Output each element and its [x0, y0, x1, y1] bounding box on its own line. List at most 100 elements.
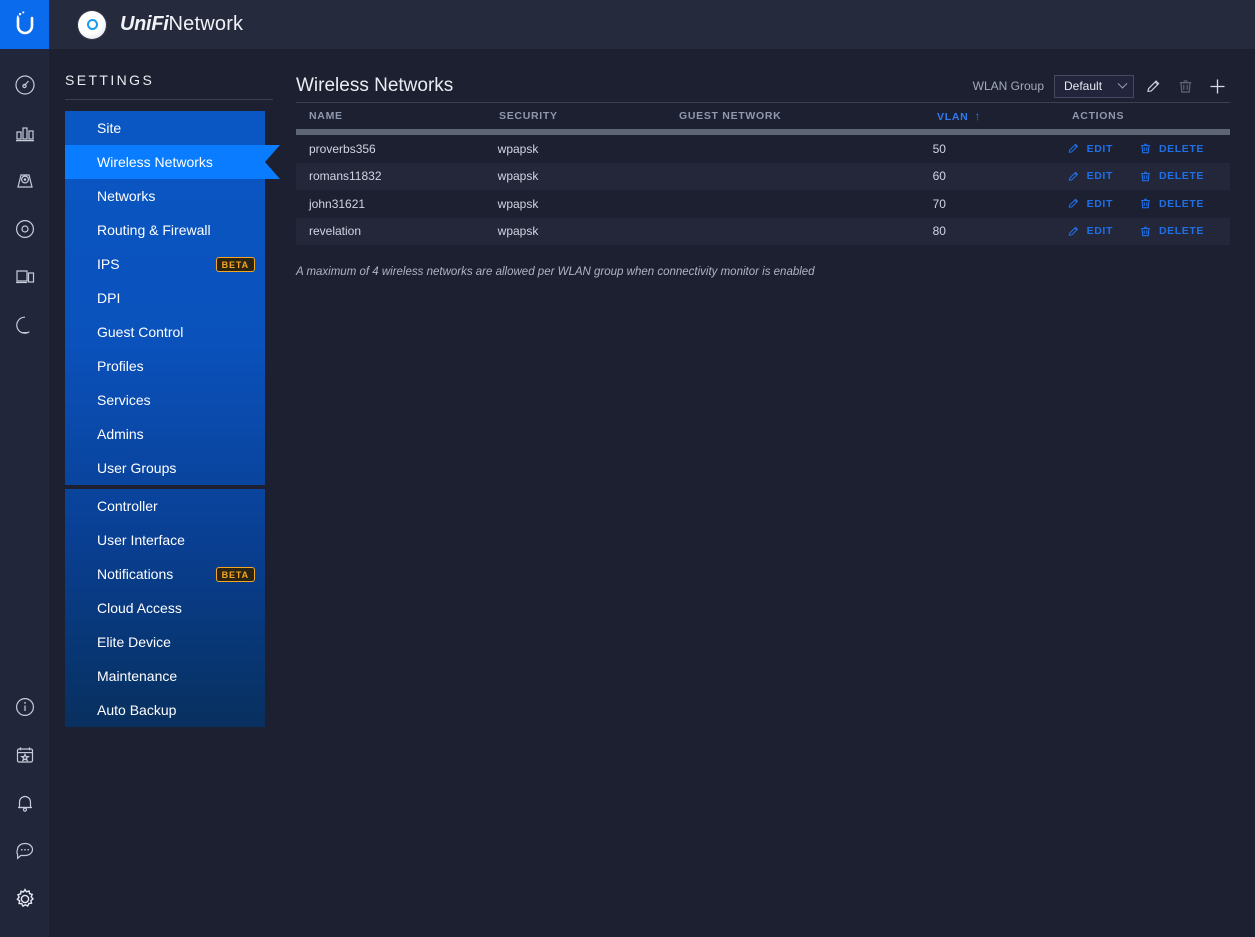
settings-divider [65, 99, 273, 100]
page-title: Wireless Networks [296, 75, 454, 96]
sidebar-item-auto-backup[interactable]: Auto Backup [65, 693, 265, 727]
sidebar-item-label: Networks [97, 188, 156, 204]
cell-actions: EDIT DELETE [1067, 170, 1230, 183]
info-icon[interactable] [0, 683, 49, 731]
wlan-group-label: WLAN Group [972, 79, 1044, 93]
column-header-vlan-label: VLAN [937, 110, 969, 123]
statistics-bar-chart-icon[interactable] [0, 109, 49, 157]
sidebar-item-label: Auto Backup [97, 702, 177, 718]
sidebar-item-label: Profiles [97, 358, 144, 374]
delete-label: DELETE [1158, 142, 1204, 155]
sidebar-item-admins[interactable]: Admins [65, 417, 265, 451]
devices-circle-icon[interactable] [0, 205, 49, 253]
sidebar-item-label: User Groups [97, 460, 177, 476]
sidebar-item-user-groups[interactable]: User Groups [65, 451, 265, 485]
sidebar-item-guest-control[interactable]: Guest Control [65, 315, 265, 349]
sort-ascending-icon: ↑ [974, 108, 982, 123]
sidebar-item-profiles[interactable]: Profiles [65, 349, 265, 383]
sidebar-item-label: DPI [97, 290, 121, 306]
column-header-vlan[interactable]: VLAN ↑ [937, 110, 1072, 123]
delete-network-button[interactable]: DELETE [1139, 225, 1204, 238]
cell-actions: EDIT DELETE [1067, 142, 1230, 155]
events-calendar-icon[interactable] [0, 731, 49, 779]
top-header-bar: UniFiNetwork [49, 0, 1255, 49]
chevron-down-icon [1117, 78, 1128, 89]
sidebar-item-user-interface[interactable]: User Interface [65, 523, 265, 557]
cell-vlan: 80 [932, 224, 946, 239]
edit-network-button[interactable]: EDIT [1067, 225, 1113, 238]
cell-vlan: 50 [932, 141, 946, 156]
ubiquiti-logo[interactable] [0, 0, 49, 49]
table-header-row: NAME SECURITY GUEST NETWORK VLAN ↑ ACTION… [296, 103, 1230, 129]
settings-gear-icon[interactable] [0, 875, 49, 923]
column-header-security[interactable]: SECURITY [499, 110, 679, 122]
add-wlan-group-button[interactable] [1204, 74, 1230, 98]
cell-actions: EDIT DELETE [1067, 197, 1230, 210]
clients-screen-icon[interactable] [0, 253, 49, 301]
sidebar-item-label: Controller [97, 498, 158, 514]
wireless-networks-table: NAME SECURITY GUEST NETWORK VLAN ↑ ACTION… [296, 103, 1230, 245]
column-header-name[interactable]: NAME [309, 110, 499, 122]
sidebar-item-site[interactable]: Site [65, 111, 265, 145]
delete-label: DELETE [1158, 170, 1204, 183]
sidebar-item-elite-device[interactable]: Elite Device [65, 625, 265, 659]
table-row[interactable]: john31621 wpapsk 70 EDIT DELETE [296, 190, 1230, 218]
table-row[interactable]: revelation wpapsk 80 EDIT DELETE [296, 217, 1230, 245]
delete-label: DELETE [1158, 197, 1204, 210]
map-pin-icon[interactable] [0, 157, 49, 205]
sidebar-item-notifications[interactable]: Notifications BETA [65, 557, 265, 591]
settings-menu-group-primary: Site Wireless Networks Networks Routing … [65, 111, 280, 485]
table-row[interactable]: romans11832 wpapsk 60 EDIT DELETE [296, 162, 1230, 190]
sidebar-item-label: Site [97, 120, 122, 136]
sidebar-item-wireless-networks[interactable]: Wireless Networks [65, 145, 280, 179]
sidebar-item-label: Services [97, 392, 151, 408]
sidebar-item-label: Admins [97, 426, 144, 442]
insights-shape-icon[interactable] [0, 301, 49, 349]
wlan-group-value: Default [1064, 79, 1103, 93]
column-header-guest-network[interactable]: GUEST NETWORK [679, 110, 937, 122]
beta-badge: BETA [215, 566, 255, 582]
sidebar-item-cloud-access[interactable]: Cloud Access [65, 591, 265, 625]
edit-network-button[interactable]: EDIT [1067, 170, 1113, 183]
cell-security: wpapsk [497, 141, 539, 156]
column-header-actions: ACTIONS [1072, 110, 1125, 122]
sidebar-item-dpi[interactable]: DPI [65, 281, 265, 315]
sidebar-item-ips[interactable]: IPS BETA [65, 247, 265, 281]
edit-label: EDIT [1086, 197, 1113, 210]
max-networks-note: A maximum of 4 wireless networks are all… [296, 266, 815, 278]
sidebar-item-label: User Interface [97, 532, 185, 548]
sidebar-item-routing-firewall[interactable]: Routing & Firewall [65, 213, 265, 247]
sidebar-item-networks[interactable]: Networks [65, 179, 265, 213]
delete-network-button[interactable]: DELETE [1139, 142, 1204, 155]
alerts-bell-icon[interactable] [0, 779, 49, 827]
cell-name: proverbs356 [309, 141, 376, 156]
delete-wlan-group-button[interactable] [1172, 74, 1198, 98]
settings-menu-group-system: Controller User Interface Notifications … [65, 489, 265, 727]
cell-actions: EDIT DELETE [1067, 225, 1230, 238]
settings-sidebar: SETTINGS Site Wireless Networks Networks… [49, 49, 289, 937]
sidebar-item-label: IPS [97, 256, 120, 272]
edit-wlan-group-button[interactable] [1140, 74, 1166, 98]
delete-label: DELETE [1158, 225, 1204, 238]
dashboard-gauge-icon[interactable] [0, 61, 49, 109]
table-row[interactable]: proverbs356 wpapsk 50 EDIT DELETE [296, 135, 1230, 163]
sidebar-item-label: Routing & Firewall [97, 222, 211, 238]
delete-network-button[interactable]: DELETE [1139, 197, 1204, 210]
sidebar-item-services[interactable]: Services [65, 383, 265, 417]
sidebar-item-label: Notifications [97, 566, 174, 582]
sidebar-item-label: Elite Device [97, 634, 171, 650]
chat-icon[interactable] [0, 827, 49, 875]
cell-security: wpapsk [497, 169, 539, 184]
edit-network-button[interactable]: EDIT [1067, 197, 1113, 210]
beta-badge: BETA [215, 256, 255, 272]
cell-vlan: 70 [932, 196, 946, 211]
delete-network-button[interactable]: DELETE [1139, 170, 1204, 183]
wlan-group-select[interactable]: Default [1054, 74, 1134, 98]
settings-menu: Site Wireless Networks Networks Routing … [65, 111, 280, 727]
edit-label: EDIT [1086, 225, 1113, 238]
brand-network: Network [168, 13, 244, 35]
content-header: Wireless Networks WLAN Group Default [289, 49, 1255, 102]
sidebar-item-maintenance[interactable]: Maintenance [65, 659, 265, 693]
edit-network-button[interactable]: EDIT [1067, 142, 1113, 155]
sidebar-item-controller[interactable]: Controller [65, 489, 265, 523]
